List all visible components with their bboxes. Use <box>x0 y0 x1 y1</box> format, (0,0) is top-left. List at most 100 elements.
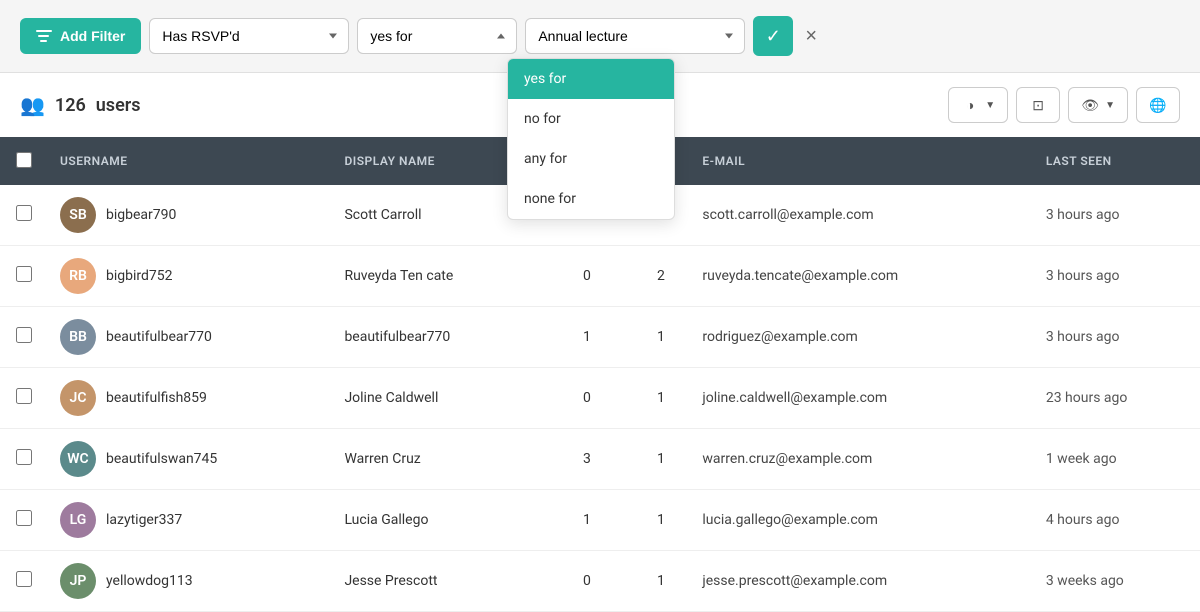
row-rsvp-col2: 1 <box>633 307 688 368</box>
condition-dropdown: yes for no for any for none for <box>507 58 675 220</box>
row-username: RB bigbird752 <box>46 246 330 307</box>
row-email: jesse.prescott@example.com <box>688 551 1031 612</box>
has-rsvpd-select[interactable]: Has RSVP'd <box>149 18 349 54</box>
table-row: BB beautifulbear770 beautifulbear770 1 1… <box>0 307 1200 368</box>
row-checkbox-cell <box>0 551 46 612</box>
count-number: 126 <box>55 95 86 116</box>
row-display-name: Warren Cruz <box>330 429 540 490</box>
avatar: LG <box>60 502 96 538</box>
row-last-seen: 3 hours ago <box>1032 246 1200 307</box>
eye-icon: 👁 <box>1081 96 1099 114</box>
actions-row: ◑ ▼ ⊡ 👁 ▼ 🌐 <box>948 87 1180 123</box>
filter-bar: Add Filter Has RSVP'd yes for Annual lec… <box>0 0 1200 73</box>
row-rsvp-col2: 1 <box>633 368 688 429</box>
chart-button[interactable]: ◑ ▼ <box>948 87 1008 123</box>
users-icon: 👥 <box>20 93 45 117</box>
row-email: lucia.gallego@example.com <box>688 490 1031 551</box>
avatar: JC <box>60 380 96 416</box>
row-email: rodriguez@example.com <box>688 307 1031 368</box>
row-checkbox-cell <box>0 368 46 429</box>
row-rsvp-yes: 0 <box>541 368 634 429</box>
th-checkbox <box>0 137 46 185</box>
add-filter-button[interactable]: Add Filter <box>20 18 141 54</box>
row-checkbox[interactable] <box>16 571 32 587</box>
close-icon: × <box>805 25 817 47</box>
username-text: bigbird752 <box>106 268 173 284</box>
dropdown-item-none-for[interactable]: none for <box>508 179 674 219</box>
condition-select[interactable]: yes for <box>357 18 517 54</box>
filter-icon <box>36 30 52 42</box>
event-wrapper: Annual lecture <box>525 18 745 54</box>
globe-icon: 🌐 <box>1149 96 1167 114</box>
row-checkbox-cell <box>0 490 46 551</box>
row-checkbox-cell <box>0 429 46 490</box>
row-display-name: Joline Caldwell <box>330 368 540 429</box>
has-rsvpd-wrapper: Has RSVP'd <box>149 18 349 54</box>
row-username: JP yellowdog113 <box>46 551 330 612</box>
globe-button[interactable]: 🌐 <box>1136 87 1180 123</box>
row-display-name: Lucia Gallego <box>330 490 540 551</box>
table-row: JC beautifulfish859 Joline Caldwell 0 1 … <box>0 368 1200 429</box>
view-button[interactable]: 👁 ▼ <box>1068 87 1128 123</box>
row-last-seen: 3 hours ago <box>1032 185 1200 246</box>
table-row: JP yellowdog113 Jesse Prescott 0 1 jesse… <box>0 551 1200 612</box>
avatar: JP <box>60 563 96 599</box>
export-button[interactable]: ⊡ <box>1016 87 1060 123</box>
chevron-down-icon2: ▼ <box>1105 100 1115 111</box>
avatar: SB <box>60 197 96 233</box>
row-checkbox[interactable] <box>16 266 32 282</box>
username-text: bigbear790 <box>106 207 176 223</box>
row-last-seen: 1 week ago <box>1032 429 1200 490</box>
row-rsvp-yes: 0 <box>541 551 634 612</box>
username-text: yellowdog113 <box>106 573 193 589</box>
th-email: E-MAIL <box>688 137 1031 185</box>
row-username: JC beautifulfish859 <box>46 368 330 429</box>
condition-wrapper: yes for <box>357 18 517 54</box>
row-username: WC beautifulswan745 <box>46 429 330 490</box>
th-username: USERNAME <box>46 137 330 185</box>
row-rsvp-yes: 1 <box>541 307 634 368</box>
avatar: WC <box>60 441 96 477</box>
row-last-seen: 23 hours ago <box>1032 368 1200 429</box>
table-row: LG lazytiger337 Lucia Gallego 1 1 lucia.… <box>0 490 1200 551</box>
table-row: RB bigbird752 Ruveyda Ten cate 0 2 ruvey… <box>0 246 1200 307</box>
dropdown-item-yes-for[interactable]: yes for <box>508 59 674 99</box>
row-checkbox[interactable] <box>16 449 32 465</box>
row-rsvp-col2: 2 <box>633 246 688 307</box>
username-text: lazytiger337 <box>106 512 182 528</box>
row-rsvp-yes: 3 <box>541 429 634 490</box>
row-rsvp-col2: 1 <box>633 551 688 612</box>
avatar: BB <box>60 319 96 355</box>
row-checkbox[interactable] <box>16 388 32 404</box>
row-checkbox[interactable] <box>16 327 32 343</box>
row-last-seen: 3 weeks ago <box>1032 551 1200 612</box>
chart-icon: ◑ <box>961 96 979 114</box>
row-rsvp-col2: 1 <box>633 429 688 490</box>
username-text: beautifulbear770 <box>106 329 212 345</box>
avatar: RB <box>60 258 96 294</box>
row-username: SB bigbear790 <box>46 185 330 246</box>
row-email: joline.caldwell@example.com <box>688 368 1031 429</box>
row-checkbox[interactable] <box>16 205 32 221</box>
dropdown-item-any-for[interactable]: any for <box>508 139 674 179</box>
select-all-checkbox[interactable] <box>16 152 32 168</box>
event-select[interactable]: Annual lecture <box>525 18 745 54</box>
page-wrapper: Add Filter Has RSVP'd yes for Annual lec… <box>0 0 1200 612</box>
export-icon: ⊡ <box>1029 96 1047 114</box>
add-filter-label: Add Filter <box>60 28 125 44</box>
row-display-name: Ruveyda Ten cate <box>330 246 540 307</box>
username-text: beautifulfish859 <box>106 390 207 406</box>
row-checkbox[interactable] <box>16 510 32 526</box>
row-email: scott.carroll@example.com <box>688 185 1031 246</box>
close-filter-button[interactable]: × <box>801 22 821 50</box>
row-email: warren.cruz@example.com <box>688 429 1031 490</box>
dropdown-item-no-for[interactable]: no for <box>508 99 674 139</box>
count-label: users <box>96 95 141 116</box>
th-last-seen: LAST SEEN <box>1032 137 1200 185</box>
row-username: BB beautifulbear770 <box>46 307 330 368</box>
row-checkbox-cell <box>0 246 46 307</box>
confirm-filter-button[interactable]: ✓ <box>753 16 793 56</box>
users-count: 👥 126 users <box>20 93 140 117</box>
row-rsvp-col2: 1 <box>633 490 688 551</box>
row-last-seen: 4 hours ago <box>1032 490 1200 551</box>
